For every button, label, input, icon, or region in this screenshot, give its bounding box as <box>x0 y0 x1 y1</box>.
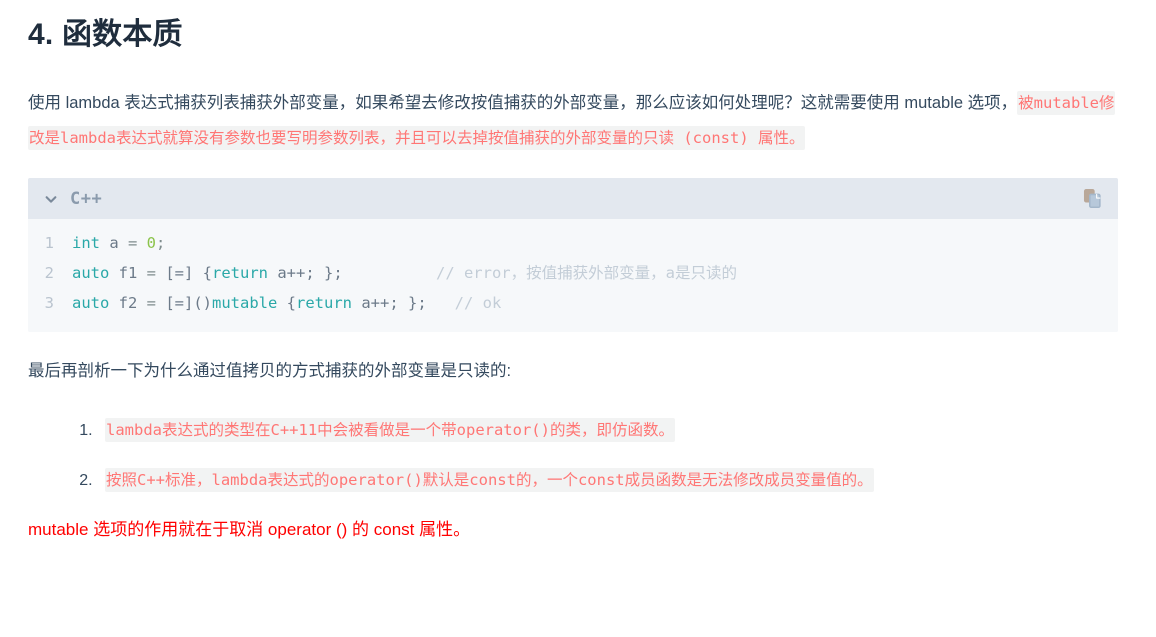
code-token: { <box>277 294 296 312</box>
code-token: [=]() <box>165 294 212 312</box>
line-content: auto f1 = [=] {return a++; }; // error，按… <box>72 258 737 288</box>
code-token: = <box>146 294 166 312</box>
list-item: 按照C++标准，lambda表达式的operator()默认是const的，一个… <box>97 465 1128 495</box>
intro-paragraph: 使用 lambda 表达式捕获列表捕获外部变量，如果希望去修改按值捕获的外部变量… <box>28 86 1128 156</box>
code-block-header[interactable]: C++ <box>28 178 1118 219</box>
code-line: 1 int a = 0; <box>28 228 1118 258</box>
line-number: 2 <box>44 264 54 282</box>
conclusion-text: mutable 选项的作用就在于取消 operator () 的 const 属… <box>28 520 471 539</box>
code-token: f2 <box>109 294 147 312</box>
code-token: a++; }; <box>268 264 343 282</box>
line-content: auto f2 = [=]()mutable {return a++; }; /… <box>72 288 501 318</box>
line-number: 1 <box>44 234 54 252</box>
list-item: lambda表达式的类型在C++11中会被看做是一个带operator()的类，… <box>97 415 1128 445</box>
document-page: 4. 函数本质 使用 lambda 表达式捕获列表捕获外部变量，如果希望去修改按… <box>0 0 1156 637</box>
code-line: 2 auto f1 = [=] {return a++; }; // error，… <box>28 258 1118 288</box>
code-token: auto <box>72 294 110 312</box>
code-language-label: C++ <box>70 188 103 209</box>
page-title: 4. 函数本质 <box>28 18 183 51</box>
code-token: // error，按值捕获外部变量，a是只读的 <box>435 264 737 282</box>
code-token: return <box>212 264 268 282</box>
code-token: int <box>72 234 100 252</box>
code-token: = <box>128 234 147 252</box>
code-token: f1 <box>109 264 147 282</box>
code-token: return <box>296 294 352 312</box>
code-token: ; <box>156 234 166 252</box>
code-token: mutable <box>212 294 278 312</box>
code-body[interactable]: 1 int a = 0; 2 auto f1 = [=] {return a++; }… <box>28 219 1118 332</box>
copy-icon[interactable] <box>1082 188 1104 210</box>
analysis-paragraph: 最后再剖析一下为什么通过值拷贝的方式捕获的外部变量是只读的: <box>28 362 512 380</box>
code-token: a <box>100 234 128 252</box>
code-token: // ok <box>454 294 502 312</box>
line-number: 3 <box>44 294 54 312</box>
code-token: a++; }; <box>352 294 427 312</box>
chevron-down-icon[interactable] <box>44 192 58 206</box>
code-token: = <box>146 264 166 282</box>
code-line: 3 auto f2 = [=]()mutable {return a++; }; … <box>28 288 1118 318</box>
list-item-inline-code: lambda表达式的类型在C++11中会被看做是一个带operator()的类，… <box>105 418 675 442</box>
line-content: int a = 0; <box>72 228 165 258</box>
code-token: auto <box>72 264 110 282</box>
code-block: C++ 1 int a = 0; 2 auto f1 = [=] {return a+… <box>28 178 1118 332</box>
code-token: 0 <box>146 234 157 252</box>
intro-lead-text: 使用 lambda 表达式捕获列表捕获外部变量，如果希望去修改按值捕获的外部变量… <box>28 94 1018 112</box>
code-token: [=] { <box>165 264 212 282</box>
list-item-inline-code: 按照C++标准，lambda表达式的operator()默认是const的，一个… <box>105 468 874 492</box>
reason-list: lambda表达式的类型在C++11中会被看做是一个带operator()的类，… <box>28 415 1128 495</box>
